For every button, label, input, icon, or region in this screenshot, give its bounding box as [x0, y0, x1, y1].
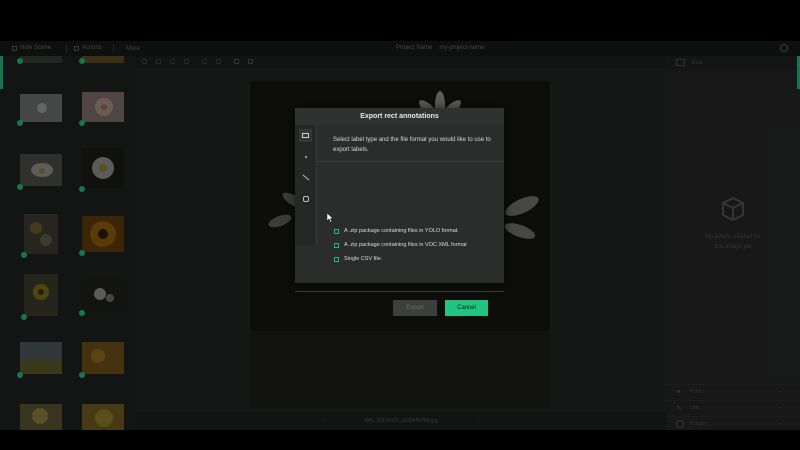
- mouse-cursor-icon: [327, 213, 334, 223]
- export-dialog: Export rect annotations Select label typ…: [295, 108, 504, 283]
- dialog-description: Select label type and the file format yo…: [333, 137, 491, 153]
- label-type-tabs: [295, 125, 317, 246]
- rect-tab[interactable]: [299, 129, 312, 142]
- option-label: A .zip package containing files in YOLO …: [344, 228, 459, 234]
- line-tab-icon: [302, 174, 309, 181]
- divider: [316, 161, 504, 162]
- checkbox[interactable]: [334, 228, 339, 234]
- yolo-format-option[interactable]: A .zip package containing files in YOLO …: [334, 228, 459, 234]
- point-tab-icon: [304, 155, 307, 158]
- rect-tab-icon: [302, 133, 309, 138]
- option-label: A .zip package containing files in VOC X…: [344, 242, 467, 248]
- export-button[interactable]: Export: [393, 300, 437, 316]
- cancel-button[interactable]: Cancel: [445, 300, 488, 316]
- line-tab[interactable]: [299, 171, 312, 184]
- dialog-title: Export rect annotations: [295, 108, 504, 125]
- checkbox[interactable]: [334, 242, 339, 248]
- option-label: Single CSV file.: [344, 256, 383, 262]
- polygon-tab[interactable]: [299, 192, 312, 205]
- point-tab[interactable]: [299, 150, 312, 163]
- checkbox[interactable]: [334, 256, 339, 262]
- polygon-tab-icon: [302, 195, 309, 202]
- csv-format-option[interactable]: Single CSV file.: [334, 256, 382, 262]
- voc-format-option[interactable]: A .zip package containing files in VOC X…: [334, 242, 467, 248]
- dialog-footer-divider: [295, 291, 504, 292]
